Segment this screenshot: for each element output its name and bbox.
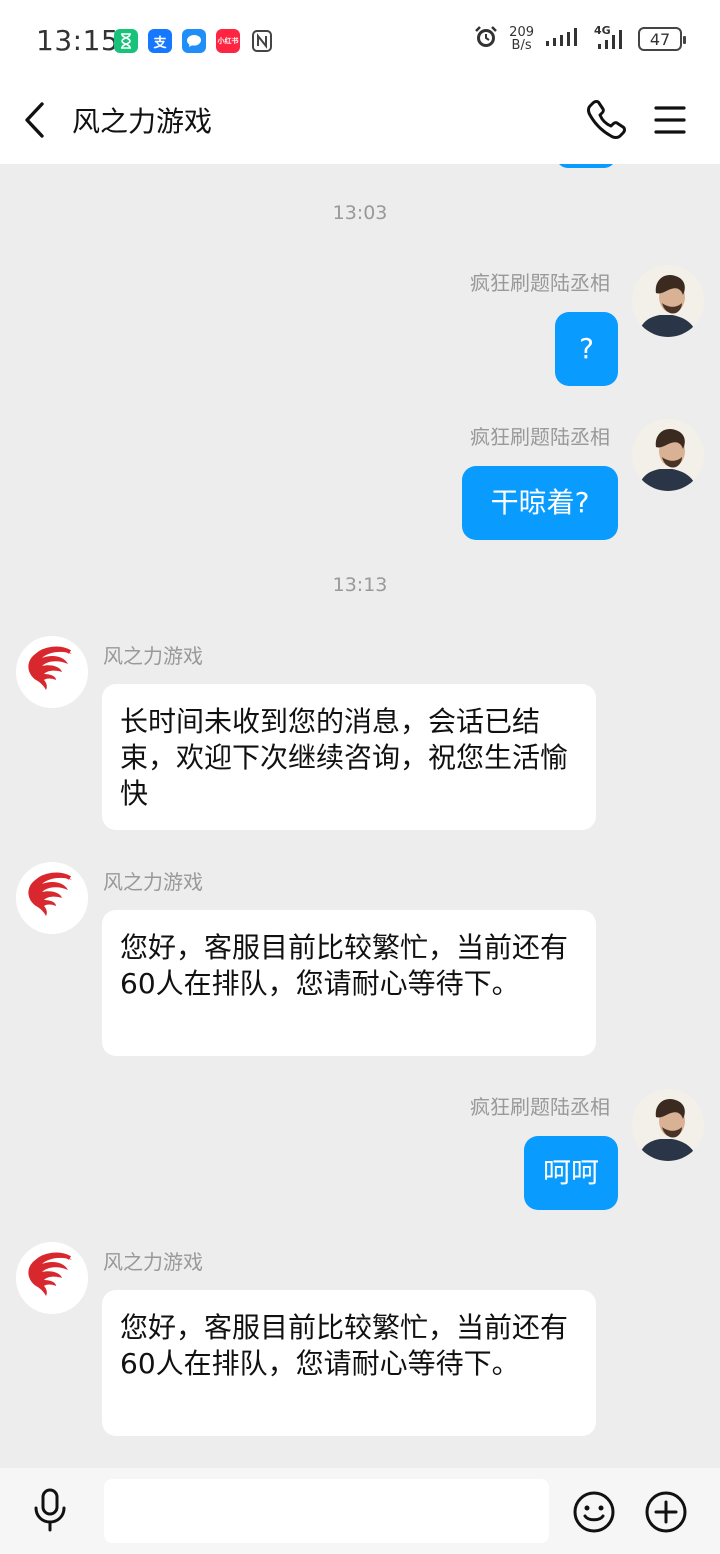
voice-button[interactable] [28,1486,72,1534]
battery-indicator: 47 [638,27,686,51]
microphone-icon [34,1488,66,1532]
menu-button[interactable] [652,100,688,140]
alarm-icon [473,24,499,54]
more-button[interactable] [644,1490,688,1534]
message-bubble[interactable]: ? [555,312,618,386]
chat-header: 风之力游戏 [0,80,720,164]
sender-name: 风之力游戏 [103,870,203,894]
emoji-icon [573,1491,615,1533]
emoji-button[interactable] [572,1490,616,1534]
partial-message-bubble [556,164,616,168]
menu-icon [654,106,686,134]
user-avatar-image [632,1089,704,1161]
bot-logo-icon [16,862,88,934]
message-bubble[interactable]: 您好，客服目前比较繁忙，当前还有60人在排队，您请耐心等待下。 [102,910,596,1056]
signal-icon [544,25,584,53]
back-icon [25,102,44,138]
call-button[interactable] [584,96,630,142]
timestamp: 13:13 [332,574,388,596]
system-icons: 209 B/s 4G 47 [473,24,686,54]
input-bar [0,1468,720,1554]
message-app-icon [182,29,206,53]
notification-icons: 支 小红书 [114,29,274,53]
back-button[interactable] [18,98,58,142]
sender-name: 疯狂刷题陆丞相 [470,1095,610,1119]
bot-logo-icon [16,1242,88,1314]
plus-icon [645,1491,687,1533]
message-list[interactable]: 13:03 疯狂刷题陆丞相 ? 疯狂刷题陆丞相 干晾着? 13:13 风之力游戏… [0,164,720,1468]
user-avatar-image [632,265,704,337]
sender-name: 疯狂刷题陆丞相 [470,425,610,449]
bot-avatar[interactable] [16,1242,88,1314]
message-input[interactable] [104,1479,549,1543]
user-avatar[interactable] [632,1089,704,1161]
message-bubble[interactable]: 干晾着? [462,466,618,540]
status-bar: 13:15 支 小红书 209 B/s 4G 47 [0,0,720,80]
status-time: 13:15 [36,24,120,57]
chat-title: 风之力游戏 [72,105,213,138]
message-bubble[interactable]: 长时间未收到您的消息，会话已结束，欢迎下次继续咨询，祝您生活愉快 [102,684,596,830]
nfc-icon [250,29,274,53]
sender-name: 风之力游戏 [103,644,203,668]
hourglass-app-icon [114,29,138,53]
sender-name: 疯狂刷题陆丞相 [470,271,610,295]
net-speed-unit: B/s [511,38,532,53]
net-speed: 209 B/s [509,26,534,52]
bot-logo-icon [16,636,88,708]
signal-4g-icon: 4G [594,24,628,52]
message-bubble[interactable]: 呵呵 [524,1136,618,1210]
user-avatar[interactable] [632,419,704,491]
message-bubble[interactable]: 您好，客服目前比较繁忙，当前还有60人在排队，您请耐心等待下。 [102,1290,596,1436]
alipay-icon: 支 [148,29,172,53]
sender-name: 风之力游戏 [103,1250,203,1274]
timestamp: 13:03 [332,202,388,224]
phone-icon [587,100,626,139]
user-avatar[interactable] [632,265,704,337]
user-avatar-image [632,419,704,491]
bot-avatar[interactable] [16,862,88,934]
xiaohongshu-icon: 小红书 [216,29,240,53]
bot-avatar[interactable] [16,636,88,708]
